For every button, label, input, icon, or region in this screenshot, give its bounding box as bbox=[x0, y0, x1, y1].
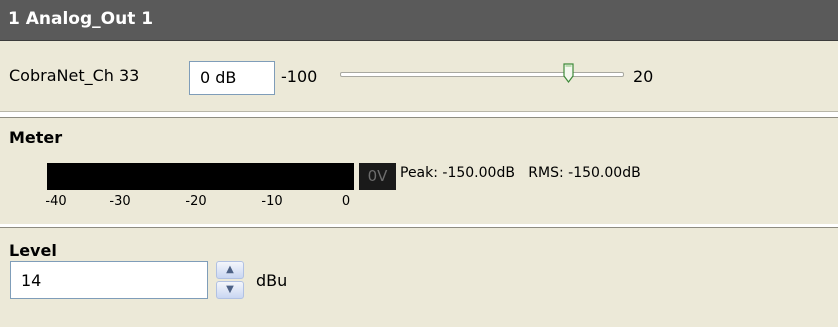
level-spinner[interactable]: ▲ ▼ bbox=[216, 261, 244, 299]
gain-section: CobraNet_Ch 33 0 dB -100 20 bbox=[0, 41, 838, 112]
meter-tick: 0 bbox=[341, 194, 351, 209]
level-meter-bar bbox=[47, 163, 354, 190]
spin-up-arrow-icon[interactable]: ▲ bbox=[216, 261, 244, 279]
meter-tick: -40 bbox=[45, 194, 67, 209]
level-input[interactable]: 14 bbox=[10, 261, 208, 299]
level-heading: Level bbox=[9, 241, 57, 260]
meter-tick: -10 bbox=[261, 194, 283, 209]
level-unit-label: dBu bbox=[256, 271, 288, 290]
meter-section: Meter 0V Peak: -150.00dB RMS: -150.00dB … bbox=[0, 117, 838, 225]
gain-slider-track[interactable] bbox=[340, 72, 624, 77]
window-title-bar: 1 Analog_Out 1 bbox=[0, 0, 838, 41]
meter-heading: Meter bbox=[9, 128, 63, 147]
level-section: Level 14 ▲ ▼ dBu bbox=[0, 227, 838, 327]
spin-down-arrow-icon[interactable]: ▼ bbox=[216, 281, 244, 299]
overload-indicator: 0V bbox=[359, 163, 396, 190]
gain-slider-thumb[interactable] bbox=[563, 63, 574, 83]
meter-tick: -30 bbox=[109, 194, 131, 209]
window-title: 1 Analog_Out 1 bbox=[8, 9, 154, 29]
meter-tick: -20 bbox=[185, 194, 207, 209]
slider-max-label: 20 bbox=[633, 67, 654, 86]
meter-readout: Peak: -150.00dB RMS: -150.00dB bbox=[400, 165, 641, 181]
slider-min-label: -100 bbox=[281, 67, 318, 86]
gain-input[interactable]: 0 dB bbox=[189, 61, 275, 95]
channel-label: CobraNet_Ch 33 bbox=[9, 66, 140, 85]
